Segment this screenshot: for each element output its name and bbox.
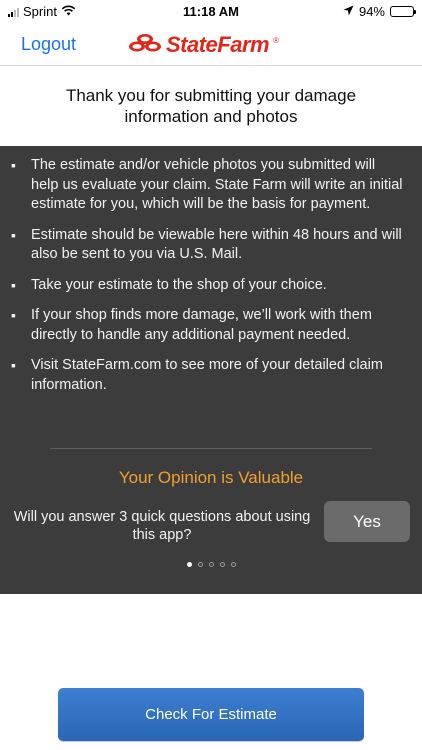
state-farm-ovals-icon xyxy=(128,33,162,58)
battery-icon xyxy=(390,6,416,17)
survey-question: Will you answer 3 quick questions about … xyxy=(13,509,311,543)
info-item: ▪ The estimate and/or vehicle photos you … xyxy=(0,156,422,215)
survey-title: Your Opinion is Valuable xyxy=(118,468,304,487)
divider xyxy=(50,448,372,449)
page-dot[interactable] xyxy=(219,562,225,567)
page-dot[interactable] xyxy=(186,562,192,567)
bullet-icon: ▪ xyxy=(11,357,16,373)
info-list: ▪ The estimate and/or vehicle photos you … xyxy=(0,156,422,406)
info-item: ▪ Estimate should be viewable here within… xyxy=(0,226,422,265)
battery-percent: 94% xyxy=(358,4,385,19)
info-item-text: The estimate and/or vehicle photos you s… xyxy=(31,157,403,212)
page-dot[interactable] xyxy=(197,562,203,567)
info-item-text: Take your estimate to the shop of your c… xyxy=(31,276,327,293)
info-item: ▪ If your shop finds more damage, we’ll w… xyxy=(0,306,422,345)
info-item: ▪ Take your estimate to the shop of your … xyxy=(0,276,422,296)
location-icon xyxy=(343,4,354,19)
brand-name: StateFarm xyxy=(166,32,270,57)
page-indicator xyxy=(0,562,422,567)
info-panel: ▪ The estimate and/or vehicle photos you … xyxy=(0,146,422,594)
check-for-estimate-button[interactable]: Check For Estimate xyxy=(58,688,364,741)
brand-registered-mark: ® xyxy=(273,36,279,45)
page-title: Thank you for submitting your damage inf… xyxy=(65,86,357,126)
info-item-text: Visit StateFarm.com to see more of your … xyxy=(31,357,383,393)
bullet-icon: ▪ xyxy=(11,157,16,173)
nav-bar: Logout StateFarm ® xyxy=(0,24,422,66)
page-dot[interactable] xyxy=(208,562,214,567)
yes-button[interactable]: Yes xyxy=(324,501,410,542)
page-dot[interactable] xyxy=(230,562,236,567)
info-item-text: Estimate should be viewable here within … xyxy=(31,226,402,263)
info-item: ▪ Visit StateFarm.com to see more of your… xyxy=(0,356,422,395)
brand-logo: StateFarm ® xyxy=(128,32,279,58)
bullet-icon: ▪ xyxy=(11,226,16,243)
bullet-icon: ▪ xyxy=(11,276,16,293)
status-right: 94% xyxy=(343,4,416,19)
bullet-icon: ▪ xyxy=(11,307,16,323)
status-bar: Sprint 11:18 AM 94% xyxy=(0,0,422,24)
info-item-text: If your shop finds more damage, we’ll wo… xyxy=(31,307,372,343)
logout-button[interactable]: Logout xyxy=(21,34,76,55)
